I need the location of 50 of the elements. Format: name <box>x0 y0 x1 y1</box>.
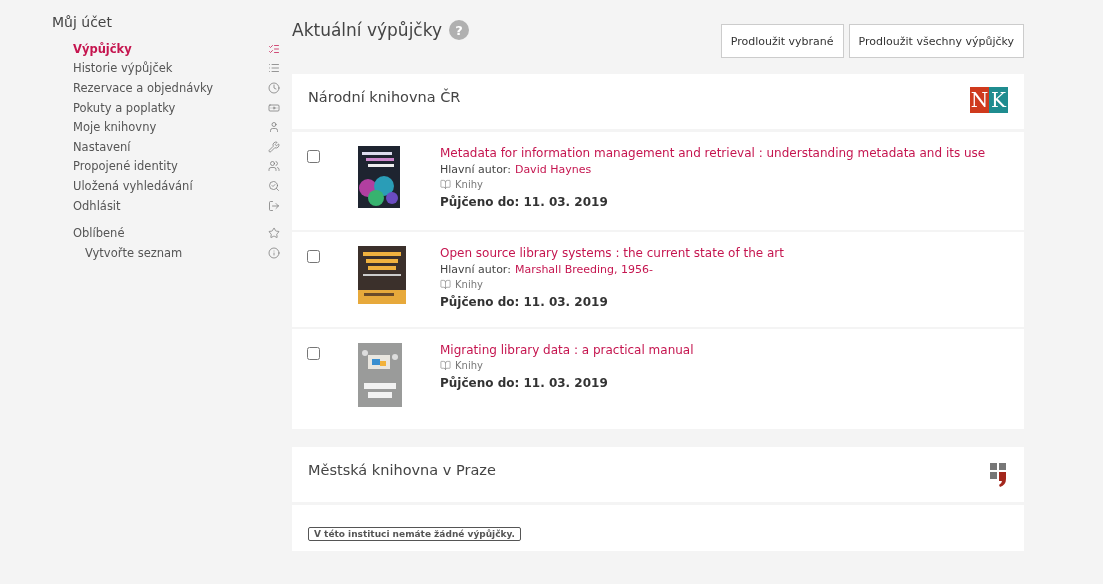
loan-checkbox[interactable] <box>307 347 320 360</box>
book-icon <box>440 360 451 371</box>
book-icon <box>440 279 451 290</box>
menu-icon <box>268 179 280 192</box>
sidebar-item[interactable]: Odhlásit <box>52 195 292 216</box>
sidebar-item[interactable]: Vytvořte seznam <box>52 242 292 263</box>
author-link[interactable]: David Haynes <box>514 163 592 176</box>
book-title-link[interactable]: Open source library systems : the current state of the art <box>440 246 784 260</box>
page-title: Aktuální výpůjčky <box>292 20 442 40</box>
menu-icon <box>268 82 280 94</box>
info-icon <box>268 246 280 259</box>
menu-icon <box>268 199 280 212</box>
menu-icon <box>268 140 280 153</box>
renew-button[interactable]: Prodloužit vybrané <box>720 24 844 58</box>
book-title-link[interactable]: Metadata for information management and retrieval : understanding metadata and its use <box>440 146 986 160</box>
sidebar-item[interactable]: Historie výpůjček <box>52 58 292 79</box>
menu-icon <box>268 62 280 75</box>
empty-message: V této instituci nemáte žádné výpůjčky. <box>308 527 521 541</box>
menu-icon <box>268 101 280 114</box>
due-date: Půjčeno do: 11. 03. 2019 <box>440 195 609 209</box>
author-link[interactable]: Marshall Breeding, 1956- <box>514 263 654 276</box>
book-icon <box>440 179 451 190</box>
sidebar-item[interactable]: Uložená vyhledávání <box>52 176 292 196</box>
format-label: Knihy <box>455 279 483 290</box>
format-label: Knihy <box>455 179 483 190</box>
library-logo: NK <box>970 86 1008 113</box>
due-date: Půjčeno do: 11. 03. 2019 <box>440 295 609 309</box>
star-icon <box>268 227 280 240</box>
menu-icon <box>268 121 280 134</box>
format-label: Knihy <box>455 360 483 371</box>
sidebar-item[interactable]: Nastavení <box>52 136 292 157</box>
sidebar-item[interactable]: Pokuty a poplatky <box>52 97 292 118</box>
library-logo <box>990 462 1008 487</box>
loan-checkbox[interactable] <box>307 250 320 263</box>
book-title-link[interactable]: Migrating library data : a practical manual <box>440 343 694 357</box>
sidebar-item[interactable]: Oblíbené <box>52 223 292 243</box>
author-label: Hlavní autor: <box>440 163 511 176</box>
loan-checkbox[interactable] <box>307 150 320 163</box>
menu-icon <box>268 42 280 55</box>
sidebar-item[interactable]: Propojené identity <box>52 156 292 177</box>
library-name: Městská knihovna v Praze <box>308 461 496 478</box>
author-label: Hlavní autor: <box>440 263 511 276</box>
sidebar-item[interactable]: Rezervace a objednávky <box>52 78 292 98</box>
sidebar-title: Můj účet <box>52 14 113 30</box>
library-name: Národní knihovna ČR <box>308 88 461 105</box>
due-date: Půjčeno do: 11. 03. 2019 <box>440 376 609 390</box>
renew-button[interactable]: Prodloužit všechny výpůjčky <box>848 24 1024 58</box>
menu-icon <box>268 160 280 173</box>
sidebar-item[interactable]: Výpůjčky <box>52 39 292 59</box>
sidebar-item[interactable]: Moje knihovny <box>52 117 292 137</box>
